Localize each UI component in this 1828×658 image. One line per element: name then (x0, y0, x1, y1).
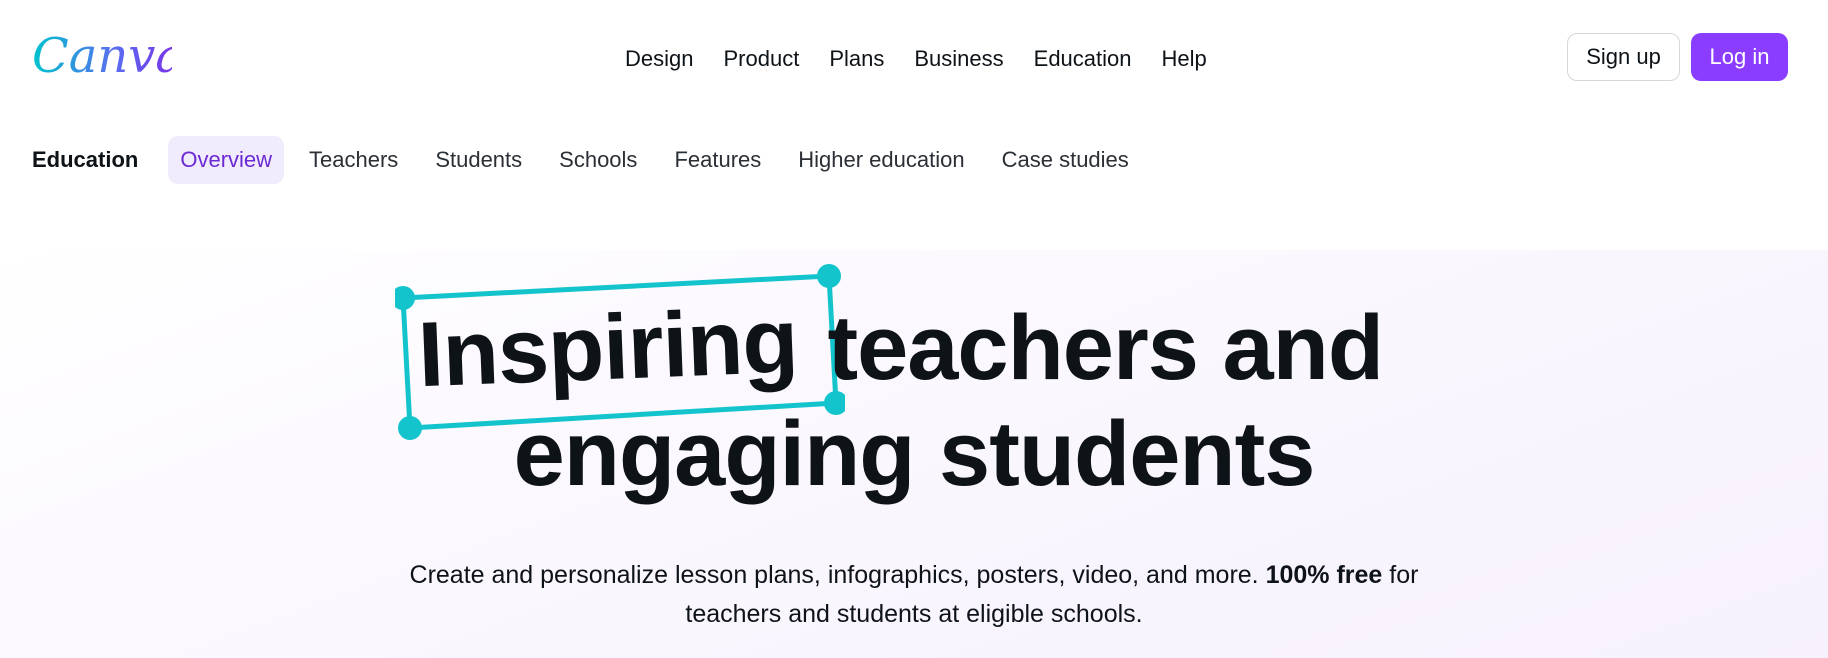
signup-button[interactable]: Sign up (1567, 33, 1680, 81)
headline-highlight-word: Inspiring (416, 289, 800, 407)
tagline-text-2: for (1389, 561, 1419, 589)
headline-line-2: engaging students (513, 403, 1316, 505)
nav-design[interactable]: Design (610, 40, 708, 78)
education-subnav: Education Overview Teachers Students Sch… (32, 136, 1154, 184)
subnav-item-features[interactable]: Features (662, 136, 773, 184)
nav-education[interactable]: Education (1019, 40, 1147, 78)
nav-plans[interactable]: Plans (814, 40, 899, 78)
subnav-item-higher-education[interactable]: Higher education (786, 136, 976, 184)
tagline-text-1: Create and personalize lesson plans, inf… (409, 561, 1259, 589)
subnav-item-schools[interactable]: Schools (547, 136, 649, 184)
selection-handle-top-right (817, 264, 841, 288)
subnav-item-overview[interactable]: Overview (168, 136, 285, 184)
tagline-line-1: Create and personalize lesson plans, inf… (0, 556, 1828, 595)
main-nav: Design Product Plans Business Education … (610, 40, 1222, 78)
subnav-item-teachers[interactable]: Teachers (297, 136, 410, 184)
headline-line-1: Inspiring teachers and (416, 290, 1384, 406)
subnav-item-students[interactable]: Students (423, 136, 534, 184)
nav-business[interactable]: Business (899, 40, 1018, 78)
nav-help[interactable]: Help (1147, 40, 1222, 78)
nav-product[interactable]: Product (708, 40, 814, 78)
subnav-item-case-studies[interactable]: Case studies (990, 136, 1141, 184)
canva-logo[interactable]: Canva (30, 22, 172, 88)
selection-handle-top-left (395, 286, 415, 310)
top-header: Canva Design Product Plans Business Educ… (0, 0, 1828, 116)
subnav-section-label: Education (32, 147, 139, 172)
headline-line-1-rest: teachers and (827, 297, 1384, 399)
logo-wordmark: Canva (32, 28, 172, 84)
tagline-free-highlight: 100% free (1265, 561, 1383, 589)
tagline-line-2: teachers and students at eligible school… (685, 600, 1143, 628)
hero-tagline: Create and personalize lesson plans, inf… (0, 556, 1828, 634)
login-button[interactable]: Log in (1691, 33, 1788, 81)
